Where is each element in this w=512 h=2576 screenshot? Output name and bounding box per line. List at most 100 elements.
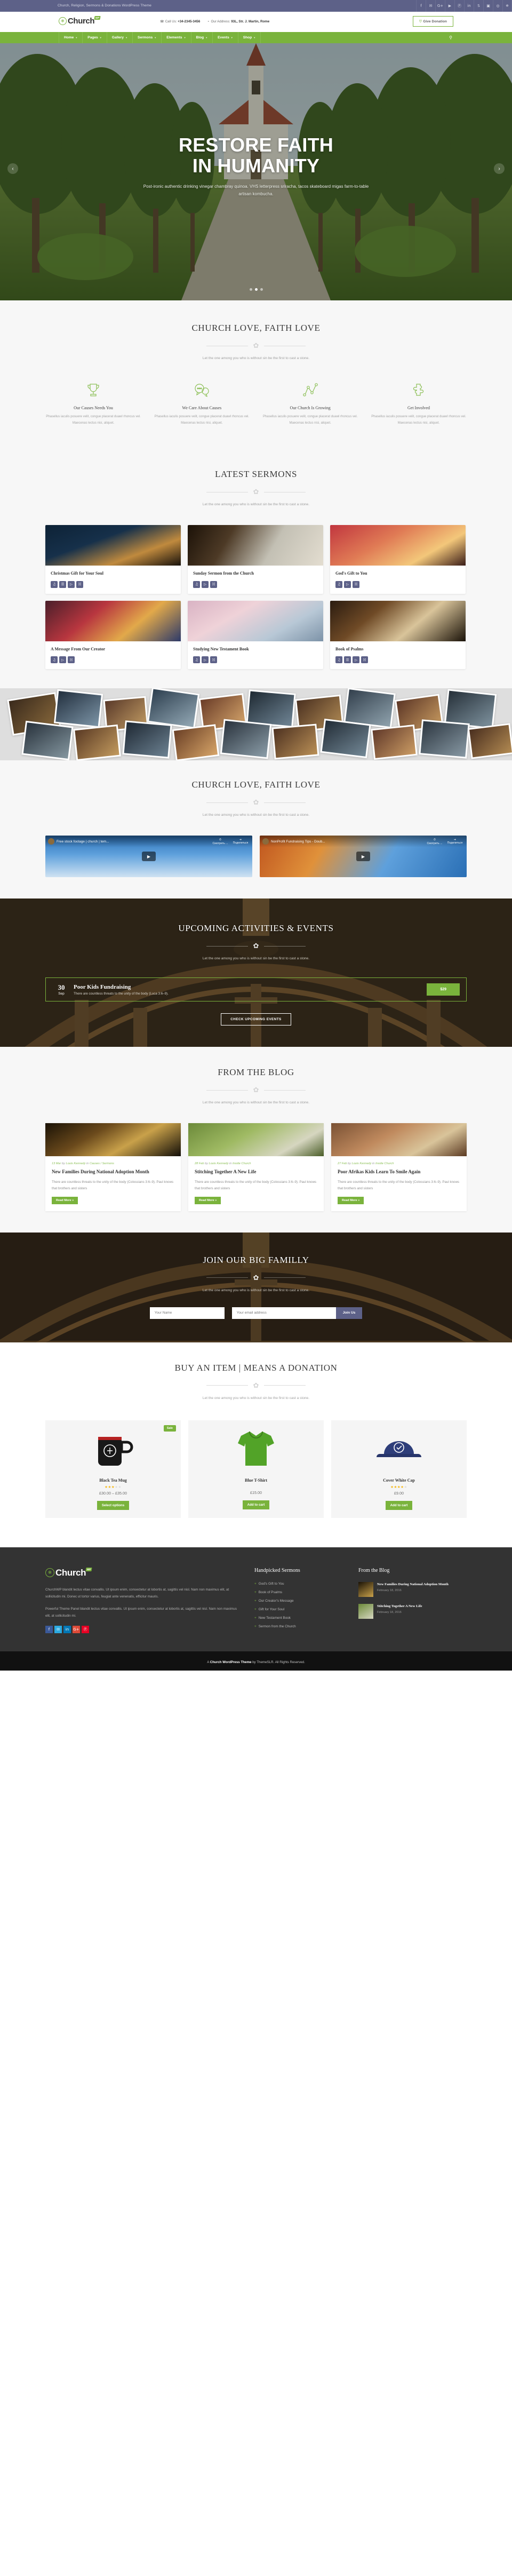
gallery-photo[interactable] [371, 725, 418, 760]
gallery-photo[interactable] [271, 723, 319, 760]
audio-icon[interactable]: ♫ [193, 656, 200, 664]
pinterest-icon[interactable]: Ⓟ [82, 1626, 89, 1634]
nav-item-gallery[interactable]: Gallery ▼ [107, 32, 133, 43]
bible-icon[interactable]: ☵ [76, 581, 83, 588]
audio-icon[interactable]: ♫ [51, 656, 58, 664]
give-donation-button[interactable]: ♡ Give Donation [412, 16, 453, 27]
doc-icon[interactable]: ☰ [59, 581, 66, 588]
site-logo[interactable]: ❄ Church WP [59, 16, 101, 26]
gallery-photo[interactable] [21, 720, 74, 761]
check-upcoming-events-button[interactable]: CHECK UPCOMING EVENTS [221, 1013, 291, 1026]
product-card[interactable]: Blue T-Shirt £15.00 Add to cart [188, 1420, 324, 1518]
footer-sermon-link[interactable]: + Our Creator's Message [254, 1599, 358, 1603]
facebook-icon[interactable]: f [45, 1626, 53, 1634]
event-item[interactable]: 30 Sep Poor Kids Fundraising There are c… [45, 977, 467, 1002]
audio-icon[interactable]: ♫ [335, 581, 342, 588]
product-action-button[interactable]: Add to cart [242, 1500, 270, 1509]
nav-item-shop[interactable]: Shop ▼ [238, 32, 261, 43]
gallery-photo[interactable] [467, 723, 512, 759]
video-icon[interactable]: ▷ [353, 656, 359, 664]
footer-sermon-link[interactable]: + Book of Psalms [254, 1591, 358, 1594]
nav-item-blog[interactable]: Blog ▼ [191, 32, 213, 43]
play-button-icon[interactable]: ▶ [356, 852, 370, 862]
bible-icon[interactable]: ☵ [210, 581, 217, 588]
twitter-icon[interactable]: ✉ [54, 1626, 62, 1634]
facebook-icon[interactable]: f [416, 0, 426, 12]
gallery-photo[interactable] [320, 719, 371, 759]
blog-card[interactable]: 28 Feb by Louis Kennedy in Inside Church… [188, 1123, 324, 1211]
bible-icon[interactable]: ☵ [353, 581, 359, 588]
flickr-icon[interactable]: ✵ [502, 0, 512, 12]
watch-later-action[interactable]: ⏱ Смотреть ... [426, 838, 444, 845]
search-icon[interactable]: ⚲ [449, 35, 452, 40]
video-embed[interactable]: NonProfit Fundraising Tips - Doub... ⏱ См… [260, 836, 467, 878]
join-us-button[interactable]: Join Us [335, 1307, 363, 1319]
doc-icon[interactable]: ☰ [344, 656, 351, 664]
sermon-card[interactable]: Book of Psalms ♫ ☰ ▷ ☵ [330, 600, 466, 670]
read-more-button[interactable]: Read More » [195, 1196, 221, 1204]
footer-blog-post[interactable]: New Families During National Adoption Mo… [358, 1581, 462, 1597]
play-button-icon[interactable]: ▶ [142, 852, 156, 862]
audio-icon[interactable]: ♫ [51, 581, 58, 588]
blog-card[interactable]: 27 Feb by Louis Kennedy in Inside Church… [331, 1123, 467, 1211]
hero-dot-2[interactable] [254, 288, 258, 291]
linkedin-icon[interactable]: in [464, 0, 474, 12]
video-icon[interactable]: ▷ [202, 581, 209, 588]
google-plus-icon[interactable]: G+ [435, 0, 445, 12]
product-card[interactable]: Sale Black Tea Mug ★★★★★ £30.00 – £35.00… [45, 1420, 181, 1518]
email-input[interactable] [231, 1307, 336, 1319]
hero-dot-1[interactable] [249, 288, 252, 291]
nav-item-home[interactable]: Home ▼ [59, 32, 83, 43]
watch-later-action[interactable]: ⏱ Смотреть ... [211, 838, 229, 845]
sermon-card[interactable]: God's Gift to You ♫ ▷ ☵ [330, 525, 466, 594]
read-more-button[interactable]: Read More » [52, 1196, 78, 1204]
blog-card[interactable]: 13 Mar by Louis Kennedy in Causes / Serm… [45, 1123, 181, 1211]
footer-sermon-link[interactable]: + New Testament Book [254, 1616, 358, 1620]
video-embed[interactable]: Free stock footage | church | tem... ⏱ См… [45, 836, 252, 878]
gallery-photo[interactable] [419, 719, 470, 759]
video-icon[interactable]: ▷ [68, 581, 75, 588]
linkedin-icon[interactable]: in [63, 1626, 71, 1634]
footer-sermon-link[interactable]: + God's Gift to You [254, 1582, 358, 1586]
bible-icon[interactable]: ☵ [361, 656, 368, 664]
share-action[interactable]: ➔ Поделиться [446, 838, 464, 845]
google-plus-icon[interactable]: G+ [73, 1626, 80, 1634]
name-input[interactable] [149, 1307, 225, 1319]
footer-logo[interactable]: ❄ Church WP [45, 1568, 243, 1578]
gallery-photo[interactable] [73, 724, 121, 761]
product-action-button[interactable]: Select options [97, 1500, 130, 1510]
audio-icon[interactable]: ♫ [193, 581, 200, 588]
pinterest-icon[interactable]: Ⓟ [454, 0, 464, 12]
sermon-card[interactable]: Christmas Gift for Your Soul ♫ ☰ ▷ ☵ [45, 525, 181, 594]
bible-icon[interactable]: ☵ [68, 656, 75, 664]
nav-item-sermons[interactable]: Sermons ▼ [133, 32, 162, 43]
audio-icon[interactable]: ♫ [335, 656, 342, 664]
share-action[interactable]: ➔ Поделиться [231, 838, 250, 845]
gallery-photo[interactable] [122, 720, 172, 759]
read-more-button[interactable]: Read More » [338, 1196, 364, 1204]
twitter-icon[interactable]: ✉ [426, 0, 435, 12]
skype-icon[interactable]: S [474, 0, 483, 12]
nav-item-elements[interactable]: Elements ▼ [162, 32, 191, 43]
nav-item-events[interactable]: Events ▼ [213, 32, 238, 43]
video-icon[interactable]: ▷ [202, 656, 209, 664]
hero-dot-3[interactable] [260, 288, 263, 291]
sermon-card[interactable]: Studying New Testament Book ♫ ▷ ☵ [188, 600, 323, 670]
video-icon[interactable]: ▷ [59, 656, 66, 664]
sermon-card[interactable]: A Message From Our Creator ♫ ▷ ☵ [45, 600, 181, 670]
dribbble-icon[interactable]: ◎ [493, 0, 502, 12]
event-price-button[interactable]: $29 [427, 983, 460, 996]
sermon-card[interactable]: Sunday Sermon from the Church ♫ ▷ ☵ [188, 525, 323, 594]
gallery-photo[interactable] [220, 719, 272, 759]
hero-slider-dots[interactable] [0, 288, 512, 291]
youtube-icon[interactable]: ▶ [445, 0, 454, 12]
gallery-photo[interactable] [53, 689, 103, 728]
footer-sermon-link[interactable]: + Sermon from the Church [254, 1625, 358, 1628]
gallery-photo[interactable] [172, 724, 220, 761]
product-action-button[interactable]: Add to cart [385, 1500, 413, 1510]
footer-sermon-link[interactable]: + Gift for Your Soul [254, 1608, 358, 1611]
nav-item-pages[interactable]: Pages ▼ [83, 32, 107, 43]
video-icon[interactable]: ▷ [344, 581, 351, 588]
product-card[interactable]: Cover White Cap ★★★★★ £9.00 Add to cart [331, 1420, 467, 1518]
bible-icon[interactable]: ☵ [210, 656, 217, 664]
